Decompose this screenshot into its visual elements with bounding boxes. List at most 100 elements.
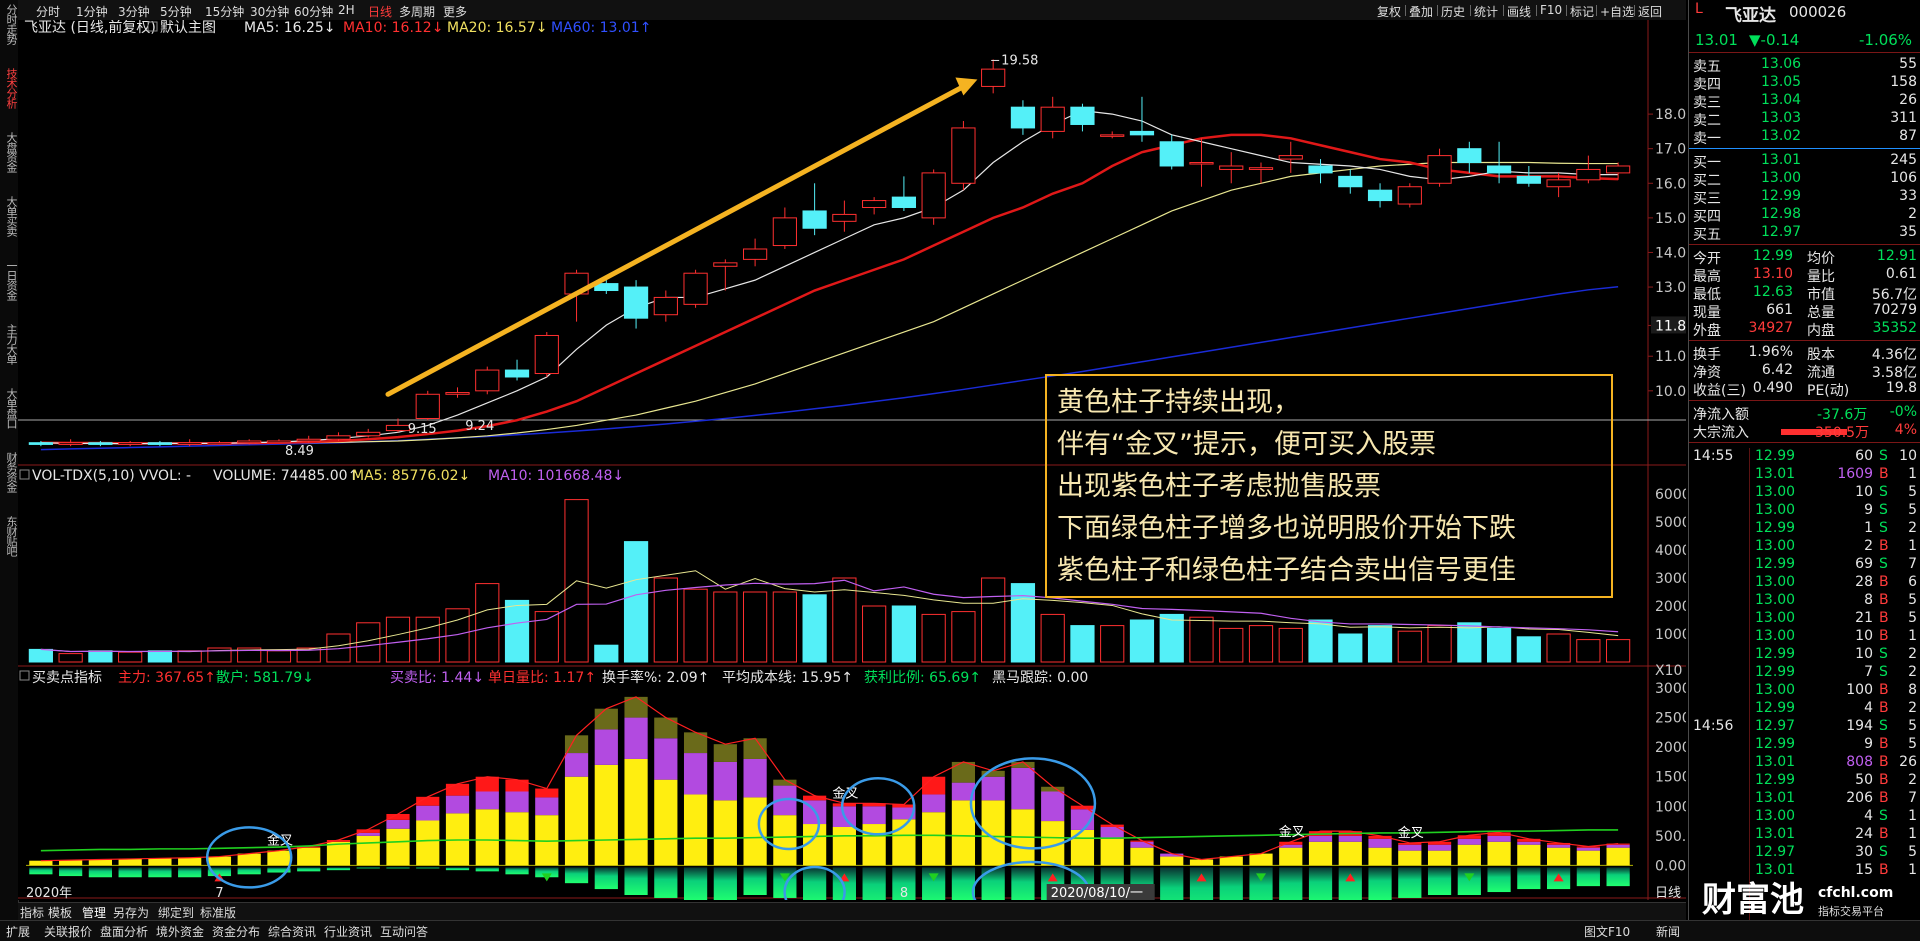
sidebar-item-5[interactable]: 主力大单 xyxy=(1,324,18,372)
period-more-tab[interactable]: 更多 xyxy=(443,3,467,20)
period-tab-6[interactable]: 60分钟 xyxy=(294,3,333,20)
indicator-green-bar xyxy=(951,867,976,900)
bottom-right-0[interactable]: 图文F10 xyxy=(1584,923,1630,940)
tick-price: 13.01 xyxy=(1755,826,1796,842)
sidebar-item-0[interactable]: 分时走势 xyxy=(1,4,18,52)
sidebar-item-1[interactable]: 技术分析 xyxy=(1,68,18,116)
bottom-nav-3[interactable]: 境外资金 xyxy=(156,923,204,940)
candle xyxy=(1457,148,1482,164)
volume-bar xyxy=(1457,622,1482,663)
toolbar-button-3[interactable]: 统计 xyxy=(1474,3,1498,20)
period-tab-7[interactable]: 2H xyxy=(338,3,355,17)
sidebar-item-6[interactable]: 大单盘口 xyxy=(1,388,18,436)
sidebar-item-3[interactable]: 大单买卖 xyxy=(1,196,18,244)
tick-price: 13.00 xyxy=(1755,484,1796,500)
indicator-purple-bar xyxy=(505,791,529,813)
period-tab-9[interactable]: 多周期 xyxy=(399,3,435,20)
volume-bar xyxy=(1397,630,1422,663)
indicator-purple-bar xyxy=(713,761,737,801)
indicator-green-bar xyxy=(59,867,83,877)
indicator-green-bar xyxy=(803,867,827,900)
stat-key: 现量 xyxy=(1693,305,1721,321)
bid-price: 13.01 xyxy=(1761,152,1802,168)
period-tab-2[interactable]: 3分钟 xyxy=(118,3,150,20)
tick-volume: 4 xyxy=(1864,700,1873,716)
indicator-yellow-bar xyxy=(207,856,232,866)
indicator-green-bar xyxy=(237,867,261,875)
indicator-tab-0[interactable]: 指标 xyxy=(20,904,44,921)
volume-bar xyxy=(1129,619,1155,663)
bid-label: 买三 xyxy=(1693,191,1721,207)
sidebar-item-2[interactable]: 大盘资金 xyxy=(1,132,18,180)
bottom-nav-2[interactable]: 盘面分析 xyxy=(100,923,148,940)
period-tab-0[interactable]: 分时 xyxy=(36,3,60,20)
candle xyxy=(1367,189,1393,202)
toolbar-button-2[interactable]: 历史 xyxy=(1441,3,1465,20)
sidebar-item-8[interactable]: 东财贴吧 xyxy=(1,516,18,564)
price-axis-label: 13.00 xyxy=(1655,280,1686,296)
bottom-right-1[interactable]: 新闻 xyxy=(1656,923,1680,940)
toolbar-button-1[interactable]: 叠加 xyxy=(1409,3,1433,20)
volume-bar xyxy=(862,605,887,663)
stat-value: 3.58亿 xyxy=(1871,365,1917,381)
price-axis-label: 16.00 xyxy=(1655,176,1686,192)
bottom-nav-1[interactable]: 关联报价 xyxy=(44,923,92,940)
period-tab-8[interactable]: 日线 xyxy=(368,3,392,20)
main-legend-ma5: MA5: 16.25↓ xyxy=(244,20,336,36)
tick-volume: 21 xyxy=(1855,610,1873,626)
tick-count: 5 xyxy=(1908,610,1917,626)
tick-side: S xyxy=(1879,808,1888,824)
indicator-green-bar xyxy=(922,867,946,900)
indicator-tab-2[interactable]: 管理 xyxy=(82,904,106,921)
bottom-nav-6[interactable]: 行业资讯 xyxy=(324,923,372,940)
toolbar-button-4[interactable]: 画线 xyxy=(1507,3,1531,20)
indicator-green-bar xyxy=(1308,867,1333,900)
period-tab-4[interactable]: 15分钟 xyxy=(205,3,244,20)
toolbar-button-0[interactable]: 复权 xyxy=(1377,3,1401,20)
candle xyxy=(207,442,232,445)
bottom-nav-4[interactable]: 资金分布 xyxy=(212,923,260,940)
indicator-yellow-bar xyxy=(1249,853,1273,866)
tick-side: B xyxy=(1879,754,1889,770)
toolbar-button-5[interactable]: F10 xyxy=(1540,3,1562,17)
date-axis-m7: 7 xyxy=(215,886,223,900)
bottom-nav-5[interactable]: 综合资讯 xyxy=(268,923,316,940)
indicator-red-bar xyxy=(594,708,618,730)
tick-time-divider xyxy=(1749,448,1750,920)
toolbar-button-6[interactable]: 标记 xyxy=(1570,3,1594,20)
volume-bar xyxy=(1040,613,1065,663)
toolbar-button-7[interactable]: +自选 xyxy=(1600,3,1634,20)
indicator-green-bar xyxy=(475,867,499,872)
stat-value: 12.91 xyxy=(1876,248,1917,264)
indicator-purple-bar xyxy=(445,795,470,814)
period-tab-1[interactable]: 1分钟 xyxy=(76,3,108,20)
toolbar-separator xyxy=(1437,5,1438,16)
candle xyxy=(981,68,1006,87)
sidebar-item-4[interactable]: 一日资金 xyxy=(1,260,18,308)
candle xyxy=(772,217,797,247)
indicator-tab-3[interactable]: 另存为 xyxy=(113,904,149,921)
indicator-tab-4[interactable]: 绑定到 xyxy=(158,904,194,921)
tick-side: B xyxy=(1879,574,1889,590)
price-axis-label: 11.89 xyxy=(1655,318,1686,334)
bottom-nav-7[interactable]: 互动问答 xyxy=(380,923,428,940)
candle xyxy=(1308,165,1333,174)
period-tab-3[interactable]: 5分钟 xyxy=(160,3,192,20)
indicator-yellow-bar xyxy=(1457,844,1481,866)
bid-volume: 35 xyxy=(1899,224,1917,240)
indicator-green-bar xyxy=(1606,867,1630,887)
indicator-tab-1[interactable]: 模板 xyxy=(48,904,72,921)
sidebar-item-7[interactable]: 财务资金 xyxy=(1,452,18,500)
tick-price: 13.00 xyxy=(1755,592,1796,608)
main-legend-ma60: MA60: 13.01↑ xyxy=(551,20,651,36)
indicator-axis-label: 3000 xyxy=(1655,681,1686,697)
indicator-yellow-bar xyxy=(88,859,113,866)
candle xyxy=(118,442,143,445)
period-tab-5[interactable]: 30分钟 xyxy=(250,3,289,20)
bottom-nav-0[interactable]: 扩展 xyxy=(6,923,30,940)
volume-bar xyxy=(951,611,976,663)
panel-divider xyxy=(1689,244,1920,245)
toolbar-button-8[interactable]: 返回 xyxy=(1638,3,1662,20)
indicator-tab-5[interactable]: 标准版 xyxy=(200,904,236,921)
tick-price: 12.99 xyxy=(1755,646,1796,662)
